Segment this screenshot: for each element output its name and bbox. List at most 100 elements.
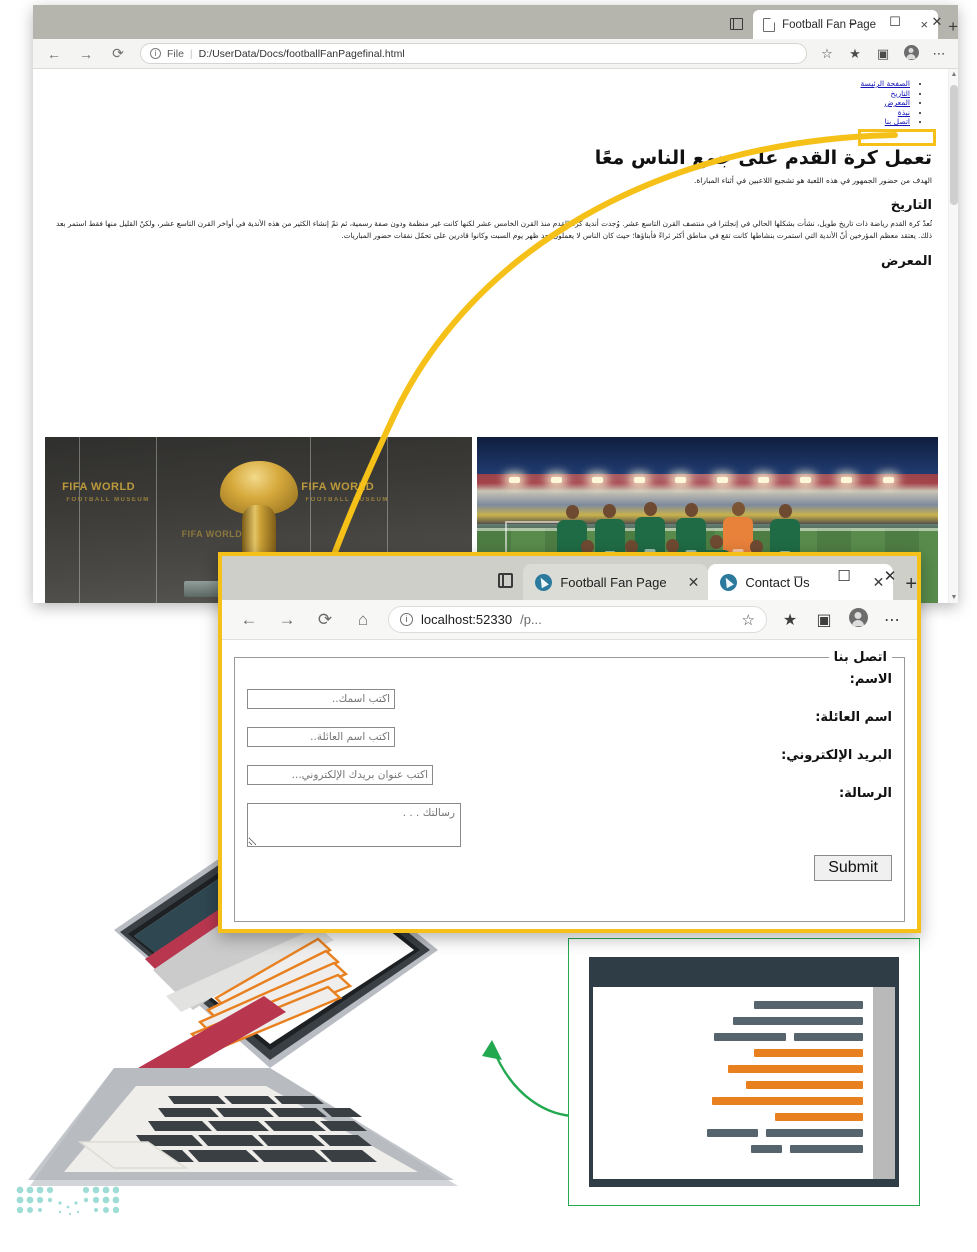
collections-icon[interactable]: ★	[842, 46, 868, 62]
code-line	[790, 1145, 863, 1153]
browser-window-back: Football Fan Page × + – ☐ ✕ ← → ⟳ i File…	[33, 5, 958, 603]
front-window-controls: – ☐ ✕	[775, 556, 913, 596]
code-line-highlight	[746, 1081, 863, 1089]
scroll-up-icon[interactable]: ▲	[949, 71, 958, 78]
museum-brand-text-2: FIFA WORLD	[301, 480, 375, 493]
code-editor-mockup	[589, 957, 899, 1187]
favorite-add-icon[interactable]: ☆	[742, 611, 755, 629]
contact-form: اتصل بنا الاسم: اسم العائلة: البريد الإل…	[234, 650, 905, 922]
code-editor-titlebar	[589, 957, 899, 987]
back-window-controls: – ☐ ✕	[832, 5, 958, 39]
code-editor-body	[593, 987, 895, 1179]
site-info-icon[interactable]: i	[150, 48, 161, 59]
site-nav-list: الصفحة الرئيسة التاريخ المعرض نبذة اتصل …	[47, 79, 924, 127]
back-nav-icon[interactable]: ←	[230, 610, 268, 630]
submit-button[interactable]: Submit	[814, 855, 892, 881]
site-info-icon[interactable]: i	[400, 613, 413, 626]
close-icon[interactable]: ✕	[867, 567, 913, 585]
code-gutter	[873, 987, 895, 1179]
tab-actions-icon[interactable]	[487, 563, 523, 597]
contact-page-content: اتصل بنا الاسم: اسم العائلة: البريد الإل…	[222, 640, 917, 929]
scheme-label: File	[167, 47, 184, 60]
code-line	[751, 1145, 783, 1153]
minimize-icon[interactable]: –	[775, 568, 821, 585]
front-toolbar: ← → ⟳ ⌂ i localhost:52330 /p... ☆ ★ ▣ ⋯	[222, 600, 917, 640]
forward-nav-icon[interactable]: →	[268, 610, 306, 630]
intro-paragraph: الهدف من حضور الجمهور في هذه اللعبة هو ت…	[693, 175, 932, 185]
submit-row: Submit	[247, 855, 892, 881]
form-legend: اتصل بنا	[833, 650, 887, 665]
scrollbar-thumb[interactable]	[950, 85, 958, 205]
browser-essentials-icon[interactable]: ▣	[807, 610, 841, 630]
forward-nav-icon[interactable]: →	[71, 46, 101, 62]
code-editor-panel	[568, 938, 920, 1206]
museum-brand-sub: FOOTBALL MUSEUM	[66, 497, 150, 504]
omnibox-separator: |	[189, 47, 193, 60]
browser-essentials-icon[interactable]: ▣	[870, 46, 896, 62]
favorite-add-icon[interactable]: ☆	[814, 46, 840, 62]
close-icon[interactable]: ✕	[916, 14, 958, 30]
nav-link[interactable]: اتصل بنا	[885, 117, 910, 126]
url-host: localhost:52330	[421, 612, 513, 627]
maximize-icon[interactable]: ☐	[821, 567, 867, 585]
code-line	[733, 1017, 863, 1025]
settings-more-icon[interactable]: ⋯	[926, 46, 952, 62]
gallery-heading: المعرض	[881, 253, 932, 269]
nav-link[interactable]: الصفحة الرئيسة	[861, 79, 910, 88]
edge-icon	[720, 573, 738, 591]
nav-link[interactable]: المعرض	[884, 98, 910, 107]
code-line	[793, 1033, 863, 1041]
museum-brand-text: FIFA WORLD	[62, 480, 136, 493]
profile-avatar-icon[interactable]	[841, 607, 875, 632]
back-page-content: الصفحة الرئيسة التاريخ المعرض نبذة اتصل …	[33, 69, 958, 603]
code-line-highlight	[774, 1113, 863, 1121]
page-scrollbar[interactable]: ▲ ▼	[948, 69, 958, 603]
nav-item-history[interactable]: التاريخ	[47, 89, 910, 99]
maximize-icon[interactable]: ☐	[874, 14, 916, 30]
scroll-down-icon[interactable]: ▼	[949, 594, 958, 601]
nav-link[interactable]: التاريخ	[891, 89, 910, 98]
history-heading: التاريخ	[890, 198, 932, 214]
nav-item-contact[interactable]: اتصل بنا	[47, 117, 910, 127]
input-email[interactable]	[247, 765, 433, 785]
nav-item-home[interactable]: الصفحة الرئيسة	[47, 79, 910, 89]
nav-item-about[interactable]: نبذة	[47, 108, 910, 118]
code-line-highlight	[712, 1097, 863, 1105]
tab-football-fan-page[interactable]: Football Fan Page ✕	[523, 564, 709, 600]
reload-icon[interactable]: ⟳	[103, 45, 133, 62]
label-first-name: الاسم:	[849, 672, 892, 687]
url-text: D:/UserData/Docs/footballFanPagefinal.ht…	[198, 47, 405, 60]
back-window-titlebar: Football Fan Page × + – ☐ ✕	[33, 5, 958, 39]
collections-icon[interactable]: ★	[773, 610, 807, 630]
input-first-name[interactable]	[247, 689, 395, 709]
back-nav-icon[interactable]: ←	[39, 46, 69, 62]
nav-link[interactable]: نبذة	[898, 108, 910, 117]
address-bar[interactable]: i localhost:52330 /p... ☆	[388, 606, 767, 633]
home-icon[interactable]: ⌂	[344, 610, 382, 630]
label-last-name: اسم العائلة:	[815, 710, 892, 725]
saudi-moe-logo	[16, 1186, 119, 1216]
nav-item-gallery[interactable]: المعرض	[47, 98, 910, 108]
browser-window-front: Football Fan Page ✕ Contact Us ✕ + – ☐ ✕…	[218, 552, 921, 933]
settings-more-icon[interactable]: ⋯	[875, 610, 909, 630]
address-bar[interactable]: i File | D:/UserData/Docs/footballFanPag…	[140, 43, 807, 64]
code-line	[707, 1129, 759, 1137]
edge-icon	[535, 573, 553, 591]
minimize-icon[interactable]: –	[832, 15, 874, 30]
tab-close-icon[interactable]: ✕	[688, 574, 700, 591]
url-path: /p...	[520, 612, 542, 627]
input-last-name[interactable]	[247, 727, 395, 747]
front-window-titlebar: Football Fan Page ✕ Contact Us ✕ + – ☐ ✕	[222, 556, 917, 600]
label-message: الرسالة:	[838, 786, 892, 801]
document-icon	[763, 17, 776, 32]
reload-icon[interactable]: ⟳	[306, 610, 344, 630]
input-message[interactable]	[247, 803, 461, 847]
code-line-highlight	[727, 1065, 863, 1073]
profile-avatar-icon[interactable]	[898, 44, 924, 63]
tab-actions-icon[interactable]	[721, 11, 751, 37]
code-line	[753, 1001, 863, 1009]
contact-link-highlight-box	[858, 129, 936, 146]
code-line-highlight	[753, 1049, 863, 1057]
code-lines	[593, 987, 873, 1179]
tab-label: Football Fan Page	[560, 574, 667, 590]
